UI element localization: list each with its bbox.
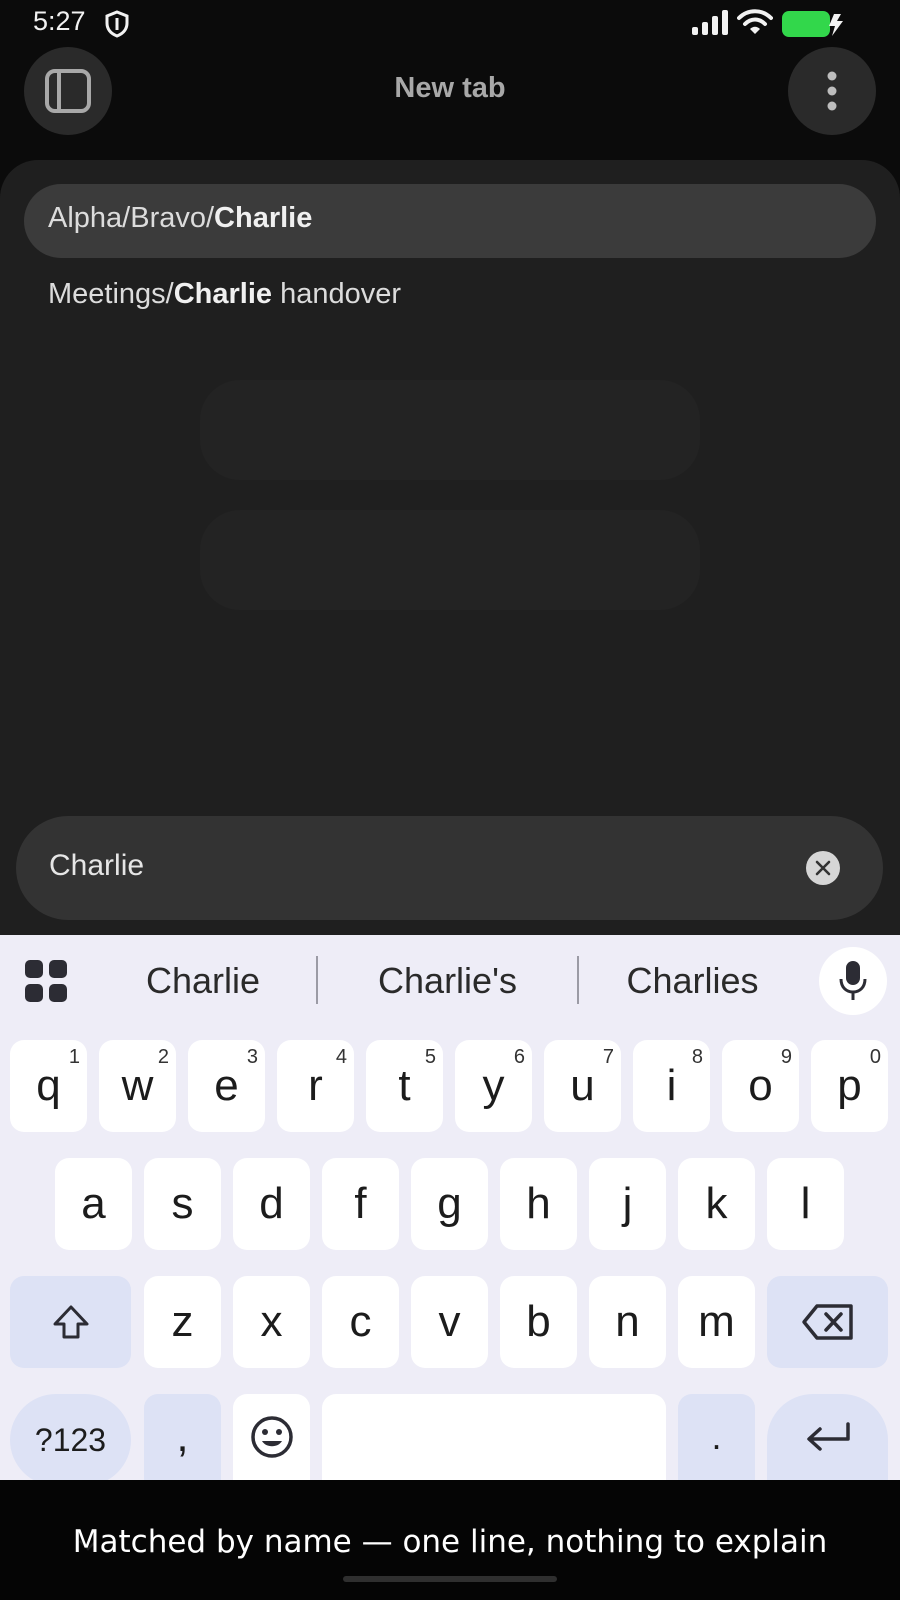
key-u[interactable]: u7: [544, 1040, 621, 1132]
key-l[interactable]: l: [767, 1158, 844, 1250]
candidate-divider: [316, 956, 318, 1004]
caption-text: Matched by name — one line, nothing to e…: [72, 1524, 828, 1560]
key-label: y: [482, 1061, 505, 1110]
tab-switcher-button[interactable]: [24, 47, 112, 135]
suggestion-item[interactable]: Meetings/Charlie handover: [48, 278, 401, 311]
suggestion-prefix: Alpha/Bravo/: [48, 202, 215, 234]
key-hint: 4: [335, 1046, 347, 1068]
key-g[interactable]: g: [411, 1158, 488, 1250]
more-vert-icon: [827, 71, 837, 111]
voice-input-button[interactable]: [819, 947, 887, 1015]
enter-icon: [806, 1422, 850, 1451]
word-candidate[interactable]: Charlie's: [345, 960, 550, 1002]
key-label: r: [308, 1061, 323, 1110]
word-candidate[interactable]: Charlie: [118, 960, 288, 1002]
key-hint: 9: [780, 1046, 792, 1068]
backspace-key[interactable]: [767, 1276, 888, 1368]
key-hint: 6: [513, 1046, 525, 1068]
key-y[interactable]: y6: [455, 1040, 532, 1132]
key-label: q: [36, 1061, 61, 1110]
suggestion-match: Charlie: [173, 278, 273, 310]
symbols-key[interactable]: ?123: [10, 1394, 131, 1486]
key-k[interactable]: k: [678, 1158, 755, 1250]
page-title: New tab: [394, 72, 506, 104]
key-v[interactable]: v: [411, 1276, 488, 1368]
emoji-icon: [250, 1416, 293, 1458]
key-label: o: [748, 1061, 773, 1110]
battery-charging-icon: [782, 11, 843, 37]
key-n[interactable]: n: [589, 1276, 666, 1368]
wifi-icon: [737, 9, 773, 34]
clear-button[interactable]: [806, 851, 840, 885]
key-j[interactable]: j: [589, 1158, 666, 1250]
key-w[interactable]: w2: [99, 1040, 176, 1132]
candidate-divider: [577, 956, 579, 1004]
ghost-placeholder: [200, 510, 700, 610]
key-r[interactable]: r4: [277, 1040, 354, 1132]
key-hint: 8: [691, 1046, 703, 1068]
emoji-key[interactable]: [233, 1394, 310, 1480]
key-c[interactable]: c: [322, 1276, 399, 1368]
enter-key[interactable]: [767, 1394, 888, 1480]
word-candidate[interactable]: Charlies: [600, 960, 785, 1002]
signal-icon: [692, 10, 728, 35]
key-z[interactable]: z: [144, 1276, 221, 1368]
key-q[interactable]: q1: [10, 1040, 87, 1132]
more-options-button[interactable]: [788, 47, 876, 135]
key-i[interactable]: i8: [633, 1040, 710, 1132]
key-a[interactable]: a: [55, 1158, 132, 1250]
shift-icon: [53, 1305, 88, 1339]
key-hint: 2: [157, 1046, 169, 1068]
ghost-placeholder: [200, 380, 700, 480]
key-o[interactable]: o9: [722, 1040, 799, 1132]
key-b[interactable]: b: [500, 1276, 577, 1368]
clear-icon: [815, 860, 831, 876]
period-key[interactable]: .: [678, 1394, 755, 1480]
status-bar: 5:27: [0, 0, 900, 46]
key-label: i: [666, 1061, 677, 1110]
comma-key[interactable]: ,: [144, 1394, 221, 1480]
key-hint: 7: [602, 1046, 614, 1068]
key-hint: 1: [68, 1046, 80, 1068]
shield-icon: [105, 10, 129, 38]
key-hint: 5: [424, 1046, 436, 1068]
key-h[interactable]: h: [500, 1158, 577, 1250]
shift-key[interactable]: [10, 1276, 131, 1368]
key-p[interactable]: p0: [811, 1040, 888, 1132]
microphone-icon: [839, 961, 867, 1000]
key-d[interactable]: d: [233, 1158, 310, 1250]
space-key[interactable]: [322, 1394, 666, 1480]
key-label: p: [837, 1061, 862, 1110]
suggestion-suffix: handover: [272, 278, 402, 310]
key-x[interactable]: x: [233, 1276, 310, 1368]
key-label: w: [121, 1061, 154, 1110]
key-m[interactable]: m: [678, 1276, 755, 1368]
key-t[interactable]: t5: [366, 1040, 443, 1132]
apps-grid-icon[interactable]: [25, 960, 67, 1002]
key-label: u: [570, 1061, 595, 1110]
backspace-icon: [801, 1304, 853, 1340]
suggestion-item[interactable]: Alpha/Bravo/Charlie: [48, 202, 312, 235]
suggestion-prefix: Meetings/: [48, 278, 174, 310]
suggestion-match: Charlie: [214, 202, 313, 234]
key-s[interactable]: s: [144, 1158, 221, 1250]
key-e[interactable]: e3: [188, 1040, 265, 1132]
status-time: 5:27: [33, 6, 86, 36]
key-f[interactable]: f: [322, 1158, 399, 1250]
tabs-sidebar-icon: [45, 69, 91, 113]
key-label: t: [398, 1061, 411, 1110]
home-indicator[interactable]: [343, 1576, 557, 1582]
key-hint: 0: [869, 1046, 881, 1068]
key-hint: 3: [246, 1046, 258, 1068]
key-label: e: [214, 1061, 239, 1110]
search-input[interactable]: [49, 849, 749, 883]
